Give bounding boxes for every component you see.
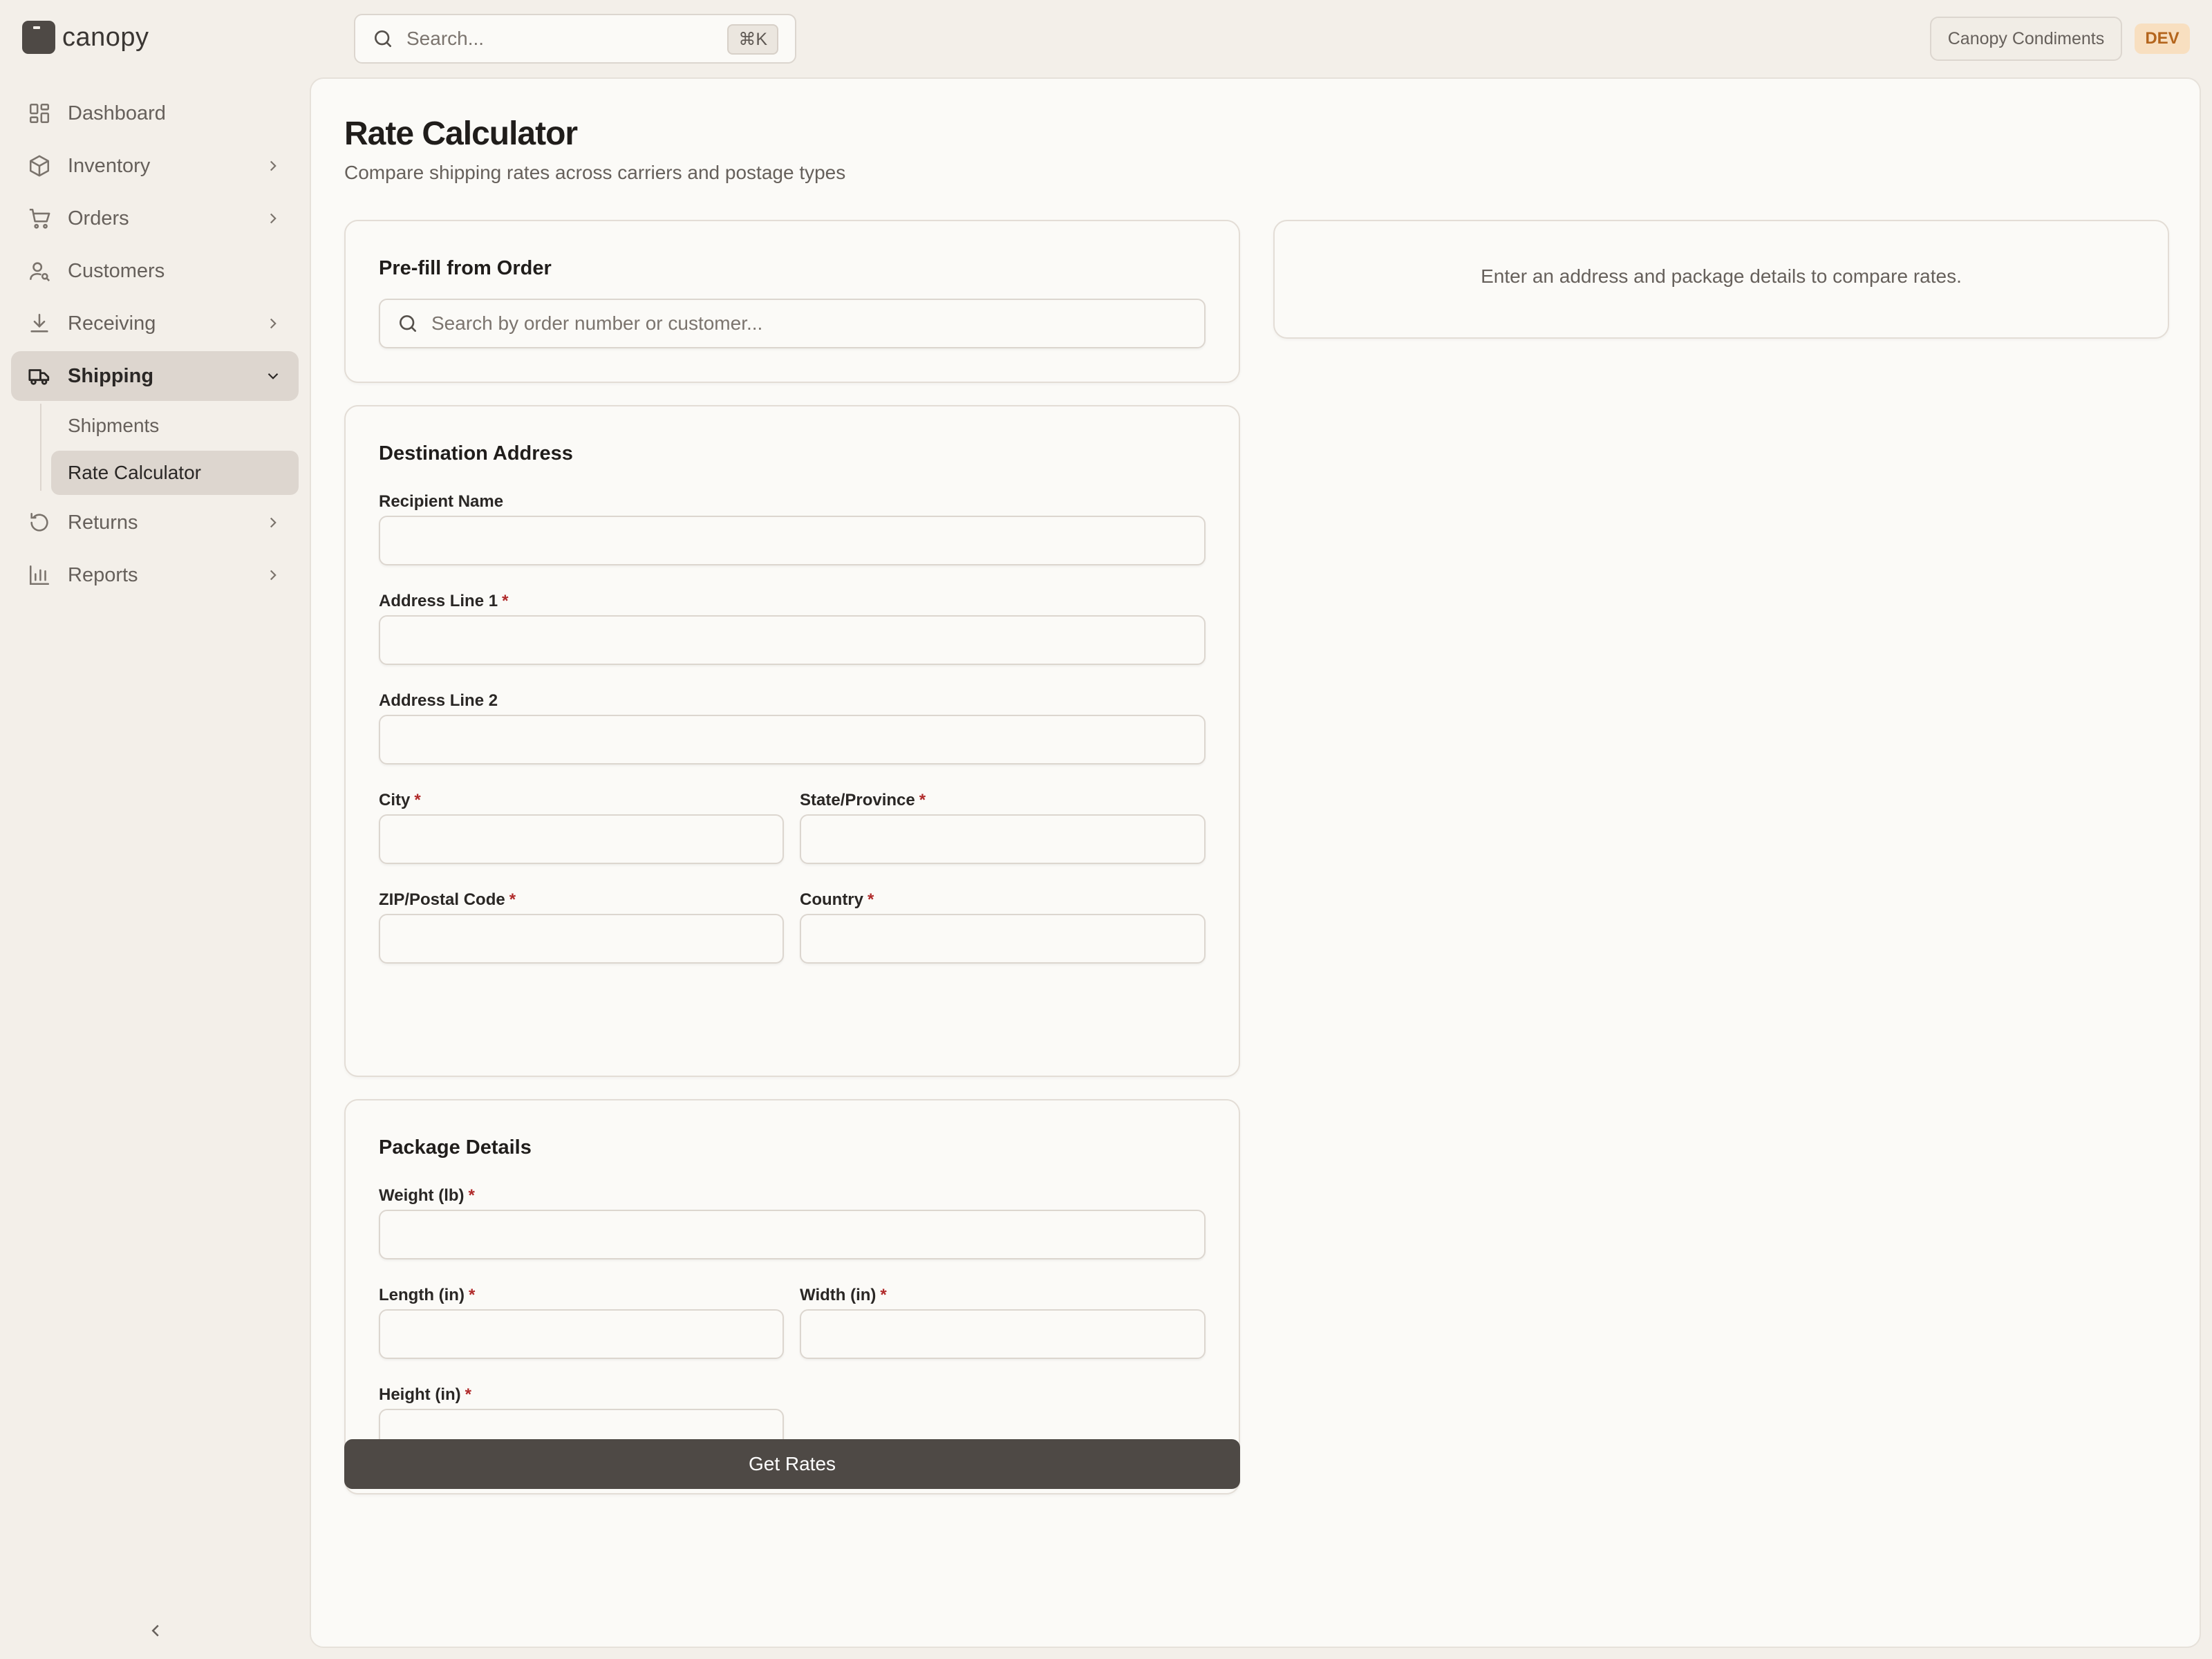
chevron-right-icon	[264, 209, 282, 227]
org-switcher-button[interactable]: Canopy Condiments	[1930, 17, 2122, 61]
sidebar-item-orders[interactable]: Orders	[11, 194, 299, 243]
collapse-sidebar-button[interactable]	[145, 1620, 166, 1641]
cart-icon	[28, 207, 51, 230]
sidebar-subitem-label: Rate Calculator	[68, 462, 201, 483]
sidebar-subitem-shipments[interactable]: Shipments	[51, 404, 299, 448]
card-title: Pre-fill from Order	[379, 257, 552, 279]
weight-label: Weight (lb) *	[379, 1186, 475, 1205]
page-title: Rate Calculator	[344, 115, 578, 152]
width-field[interactable]	[800, 1309, 1206, 1359]
address-line2-field[interactable]	[379, 715, 1206, 765]
address-line1-label: Address Line 1 *	[379, 592, 509, 610]
country-label: Country *	[800, 890, 874, 909]
order-search-input[interactable]: Search by order number or customer...	[379, 299, 1206, 348]
length-field[interactable]	[379, 1309, 784, 1359]
address-line2-label: Address Line 2	[379, 691, 498, 710]
get-rates-button[interactable]: Get Rates	[344, 1439, 1240, 1489]
main-panel: Rate Calculator Compare shipping rates a…	[310, 77, 2201, 1648]
sidebar-item-label: Reports	[68, 563, 138, 586]
chevron-down-icon	[264, 367, 282, 385]
shipping-subnav: Shipments Rate Calculator	[11, 404, 299, 495]
height-label: Height (in) *	[379, 1385, 471, 1404]
brand[interactable]: canopy	[22, 21, 149, 54]
city-field[interactable]	[379, 814, 784, 864]
city-label: City *	[379, 791, 421, 809]
page-subtitle: Compare shipping rates across carriers a…	[344, 162, 846, 183]
length-label: Length (in) *	[379, 1286, 476, 1304]
empty-state-message: Enter an address and package details to …	[1481, 265, 1962, 287]
sidebar-item-returns[interactable]: Returns	[11, 498, 299, 547]
returns-icon	[28, 511, 51, 534]
recipient-label: Recipient Name	[379, 492, 504, 511]
logo-icon	[22, 21, 55, 54]
sidebar-item-label: Receiving	[68, 312, 156, 335]
destination-card: Destination Address Recipient Name Addre…	[344, 405, 1240, 1077]
card-title: Destination Address	[379, 442, 573, 465]
state-field[interactable]	[800, 814, 1206, 864]
keyboard-shortcut: ⌘K	[727, 24, 778, 55]
rates-results-card: Enter an address and package details to …	[1273, 220, 2169, 339]
global-search-input[interactable]: Search... ⌘K	[354, 14, 796, 64]
search-icon	[372, 28, 394, 50]
sidebar-item-inventory[interactable]: Inventory	[11, 141, 299, 191]
sidebar-item-dashboard[interactable]: Dashboard	[11, 88, 299, 138]
zip-label: ZIP/Postal Code *	[379, 890, 516, 909]
sidebar-item-label: Inventory	[68, 154, 151, 177]
sidebar-item-label: Dashboard	[68, 102, 166, 124]
customers-icon	[28, 259, 51, 283]
sidebar-item-label: Orders	[68, 207, 129, 229]
sidebar-item-label: Customers	[68, 259, 165, 282]
sidebar-item-label: Shipping	[68, 364, 154, 387]
dashboard-icon	[28, 102, 51, 125]
truck-icon	[28, 364, 51, 388]
sidebar-item-receiving[interactable]: Receiving	[11, 299, 299, 348]
chevron-right-icon	[264, 157, 282, 175]
chevron-right-icon	[264, 566, 282, 584]
package-card: Package Details Weight (lb) * Length (in)…	[344, 1099, 1240, 1494]
state-label: State/Province *	[800, 791, 926, 809]
country-field[interactable]	[800, 914, 1206, 964]
sidebar-subitem-rate-calculator[interactable]: Rate Calculator	[51, 451, 299, 495]
card-title: Package Details	[379, 1136, 532, 1159]
recipient-name-field[interactable]	[379, 516, 1206, 565]
chevron-right-icon	[264, 514, 282, 532]
sidebar-subitem-label: Shipments	[68, 415, 160, 436]
sidebar-item-customers[interactable]: Customers	[11, 246, 299, 296]
prefill-card: Pre-fill from Order Search by order numb…	[344, 220, 1240, 383]
sidebar-item-reports[interactable]: Reports	[11, 550, 299, 600]
weight-field[interactable]	[379, 1210, 1206, 1259]
sidebar-nav: Dashboard Inventory Orders Customers Rec…	[11, 88, 299, 603]
download-icon	[28, 312, 51, 335]
chevron-left-icon	[145, 1620, 166, 1641]
box-icon	[28, 154, 51, 178]
sidebar-item-label: Returns	[68, 511, 138, 534]
brand-name: canopy	[62, 22, 149, 52]
sidebar-item-shipping[interactable]: Shipping	[11, 351, 299, 401]
env-badge: DEV	[2135, 24, 2190, 54]
search-placeholder: Search by order number or customer...	[431, 312, 763, 334]
chevron-right-icon	[264, 315, 282, 332]
width-label: Width (in) *	[800, 1286, 887, 1304]
address-line1-field[interactable]	[379, 615, 1206, 665]
search-icon	[397, 312, 419, 335]
search-placeholder: Search...	[406, 28, 485, 49]
sidebar: canopy Dashboard Inventory Orders Custom…	[0, 0, 310, 1659]
zip-field[interactable]	[379, 914, 784, 964]
bar-chart-icon	[28, 563, 51, 587]
